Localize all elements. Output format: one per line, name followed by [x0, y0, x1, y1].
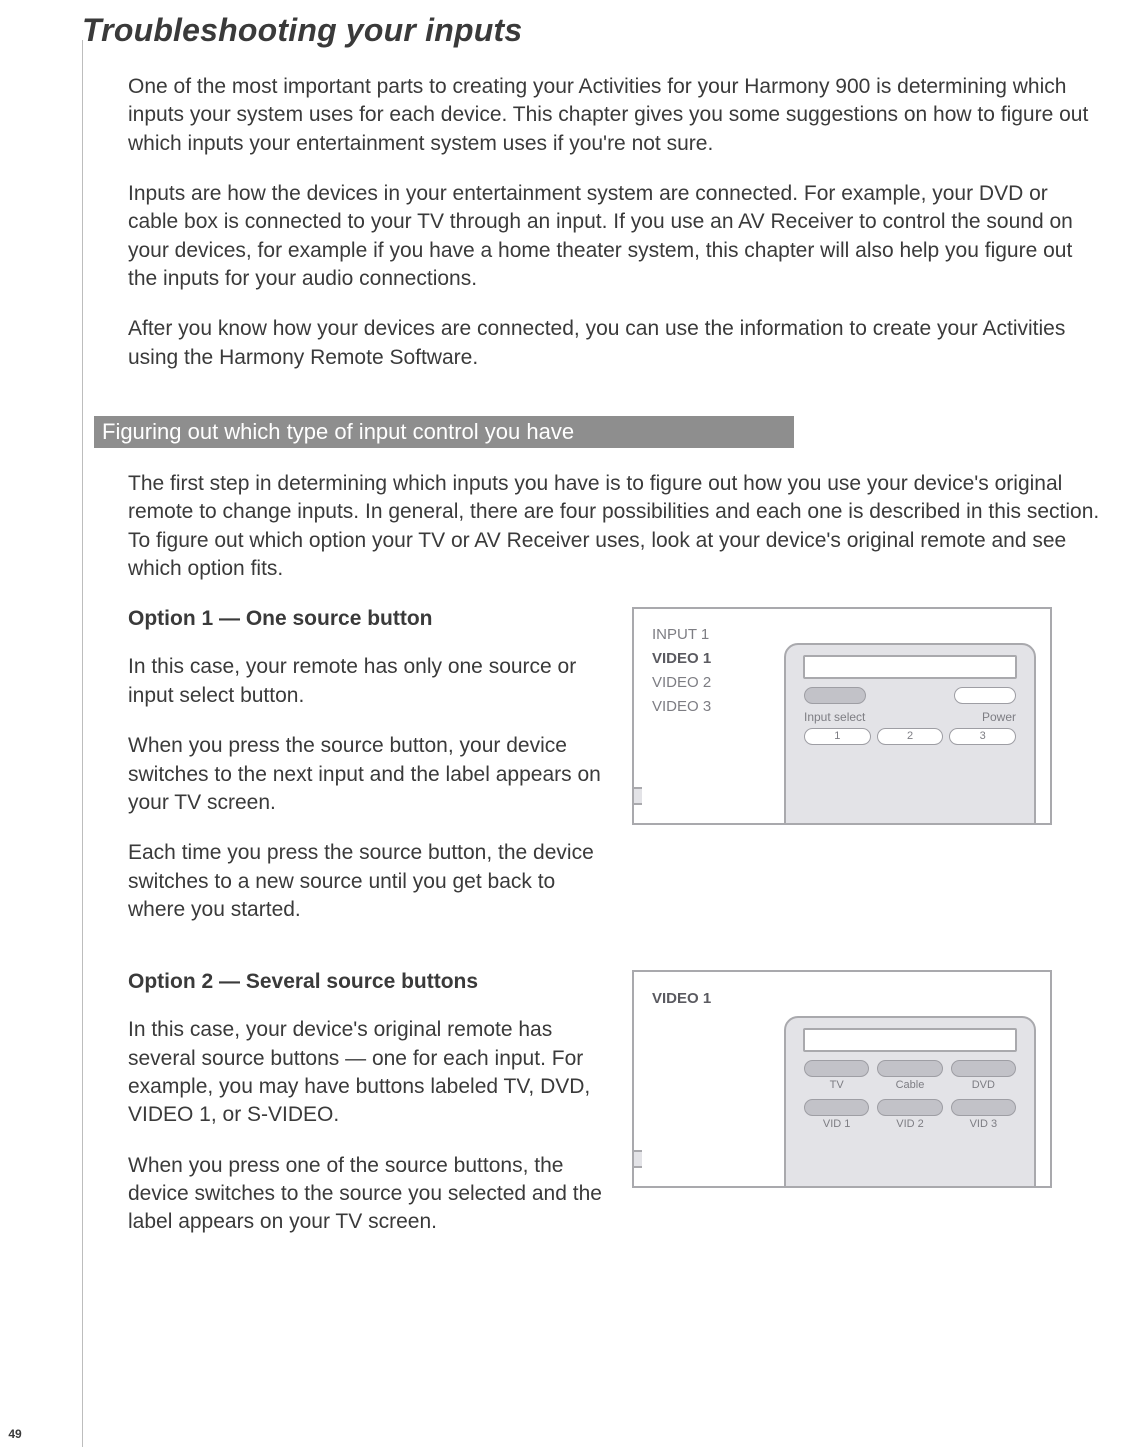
section-heading-bar: Figuring out which type of input control…: [94, 416, 794, 448]
tv-button-icon: [804, 1060, 869, 1077]
remote-num-2: 2: [877, 728, 944, 745]
dvd-button-label: DVD: [951, 1079, 1016, 1091]
remote-2-row-1-pills: [786, 1060, 1034, 1077]
vid1-button-icon: [804, 1099, 869, 1116]
option-1-figure: INPUT 1 VIDEO 1 VIDEO 2 VIDEO 3 Input se…: [632, 607, 1052, 946]
remote-1-num-row: 1 2 3: [786, 728, 1034, 745]
option-2-figure: VIDEO 1 TV Cable DVD: [632, 970, 1052, 1258]
option-1-p2: When you press the source button, your d…: [128, 732, 608, 817]
tv-input-item-active: VIDEO 1: [652, 647, 711, 671]
vid2-button-icon: [877, 1099, 942, 1116]
remote-2-row-2-pills: [786, 1099, 1034, 1116]
option-2-p1: In this case, your device's original rem…: [128, 1016, 608, 1129]
page-left-rule: [82, 40, 83, 1447]
option-1-p1: In this case, your remote has only one s…: [128, 653, 608, 710]
tv-stand-2: [632, 1150, 642, 1168]
option-2-block: Option 2 — Several source buttons In thi…: [128, 970, 1102, 1258]
option-1-block: Option 1 — One source button In this cas…: [128, 607, 1102, 946]
tv-current-input: VIDEO 1: [652, 990, 711, 1007]
tv-input-item: VIDEO 3: [652, 695, 711, 719]
section-intro-paragraph: The first step in determining which inpu…: [128, 470, 1102, 583]
tv-input-item: VIDEO 2: [652, 671, 711, 695]
vid3-button-icon: [951, 1099, 1016, 1116]
option-2-heading: Option 2 — Several source buttons: [128, 970, 608, 994]
tv-frame-1: INPUT 1 VIDEO 1 VIDEO 2 VIDEO 3 Input se…: [632, 607, 1052, 825]
option-1-heading: Option 1 — One source button: [128, 607, 608, 631]
cable-button-label: Cable: [877, 1079, 942, 1091]
remote-1-label-row: Input select Power: [786, 710, 1034, 724]
remote-2-display: [803, 1028, 1017, 1052]
vid3-button-label: VID 3: [951, 1118, 1016, 1130]
tv-button-label: TV: [804, 1079, 869, 1091]
vid1-button-label: VID 1: [804, 1118, 869, 1130]
remote-1-display: [803, 655, 1017, 679]
option-1-p3: Each time you press the source button, t…: [128, 839, 608, 924]
input-select-label: Input select: [804, 710, 865, 724]
remote-2-row-2-labels: VID 1 VID 2 VID 3: [786, 1118, 1034, 1130]
tv-input-list: INPUT 1 VIDEO 1 VIDEO 2 VIDEO 3: [652, 623, 711, 719]
dvd-button-icon: [951, 1060, 1016, 1077]
page-title: Troubleshooting your inputs: [82, 12, 1102, 49]
page-number: 49: [0, 1427, 30, 1441]
tv-stand-1: [632, 787, 642, 805]
remote-1: Input select Power 1 2 3: [784, 643, 1036, 825]
remote-2-row-1-labels: TV Cable DVD: [786, 1079, 1034, 1091]
power-button-icon: [954, 687, 1016, 704]
cable-button-icon: [877, 1060, 942, 1077]
remote-num-3: 3: [949, 728, 1016, 745]
power-label: Power: [982, 710, 1016, 724]
vid2-button-label: VID 2: [877, 1118, 942, 1130]
intro-paragraph-3: After you know how your devices are conn…: [128, 315, 1102, 372]
remote-num-1: 1: [804, 728, 871, 745]
remote-2: TV Cable DVD VID 1 VID 2 VID 3: [784, 1016, 1036, 1188]
tv-input-item: INPUT 1: [652, 623, 711, 647]
option-2-text: Option 2 — Several source buttons In thi…: [128, 970, 608, 1258]
input-select-button-icon: [804, 687, 866, 704]
option-2-p2: When you press one of the source buttons…: [128, 1152, 608, 1237]
remote-1-pill-row: [786, 687, 1034, 704]
intro-paragraph-2: Inputs are how the devices in your enter…: [128, 180, 1102, 293]
option-1-text: Option 1 — One source button In this cas…: [128, 607, 608, 946]
intro-paragraph-1: One of the most important parts to creat…: [128, 73, 1102, 158]
tv-frame-2: VIDEO 1 TV Cable DVD: [632, 970, 1052, 1188]
